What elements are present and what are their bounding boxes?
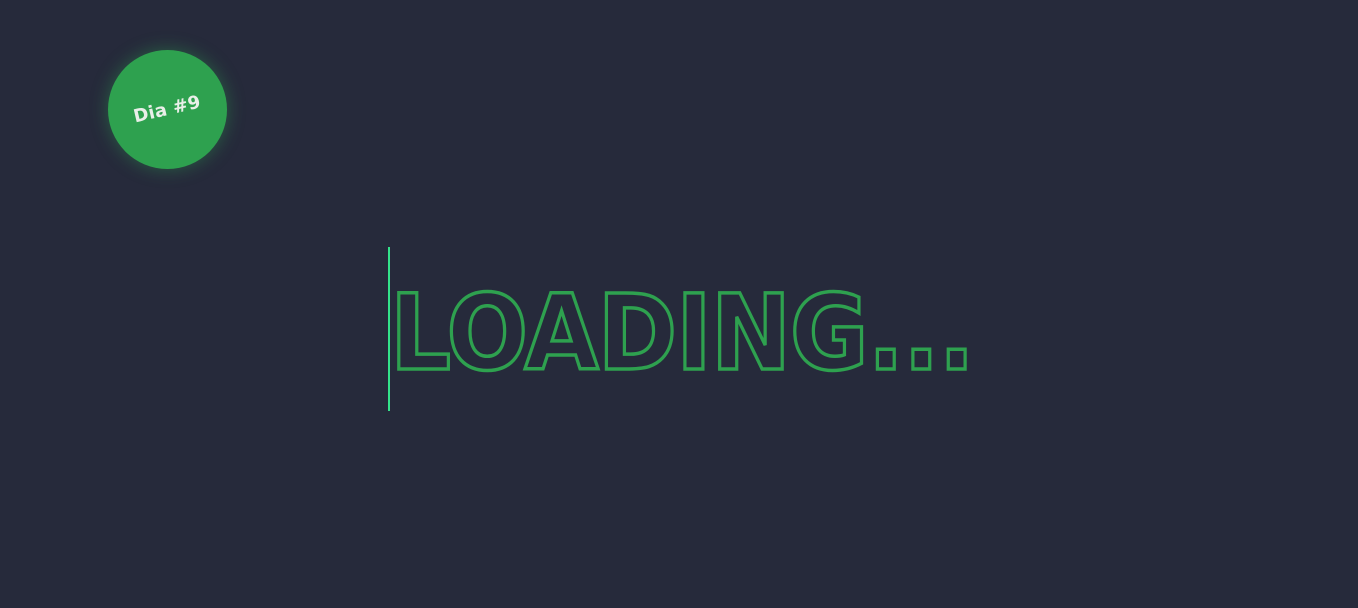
day-badge: Dia #9 xyxy=(108,50,227,169)
loading-text-svg: LOADING... xyxy=(388,270,977,396)
day-badge-label: Dia #9 xyxy=(131,91,204,128)
loading-indicator: LOADING... xyxy=(388,247,988,411)
loading-text: LOADING... xyxy=(390,272,974,394)
page: Dia #9 LOADING... xyxy=(0,0,1358,608)
